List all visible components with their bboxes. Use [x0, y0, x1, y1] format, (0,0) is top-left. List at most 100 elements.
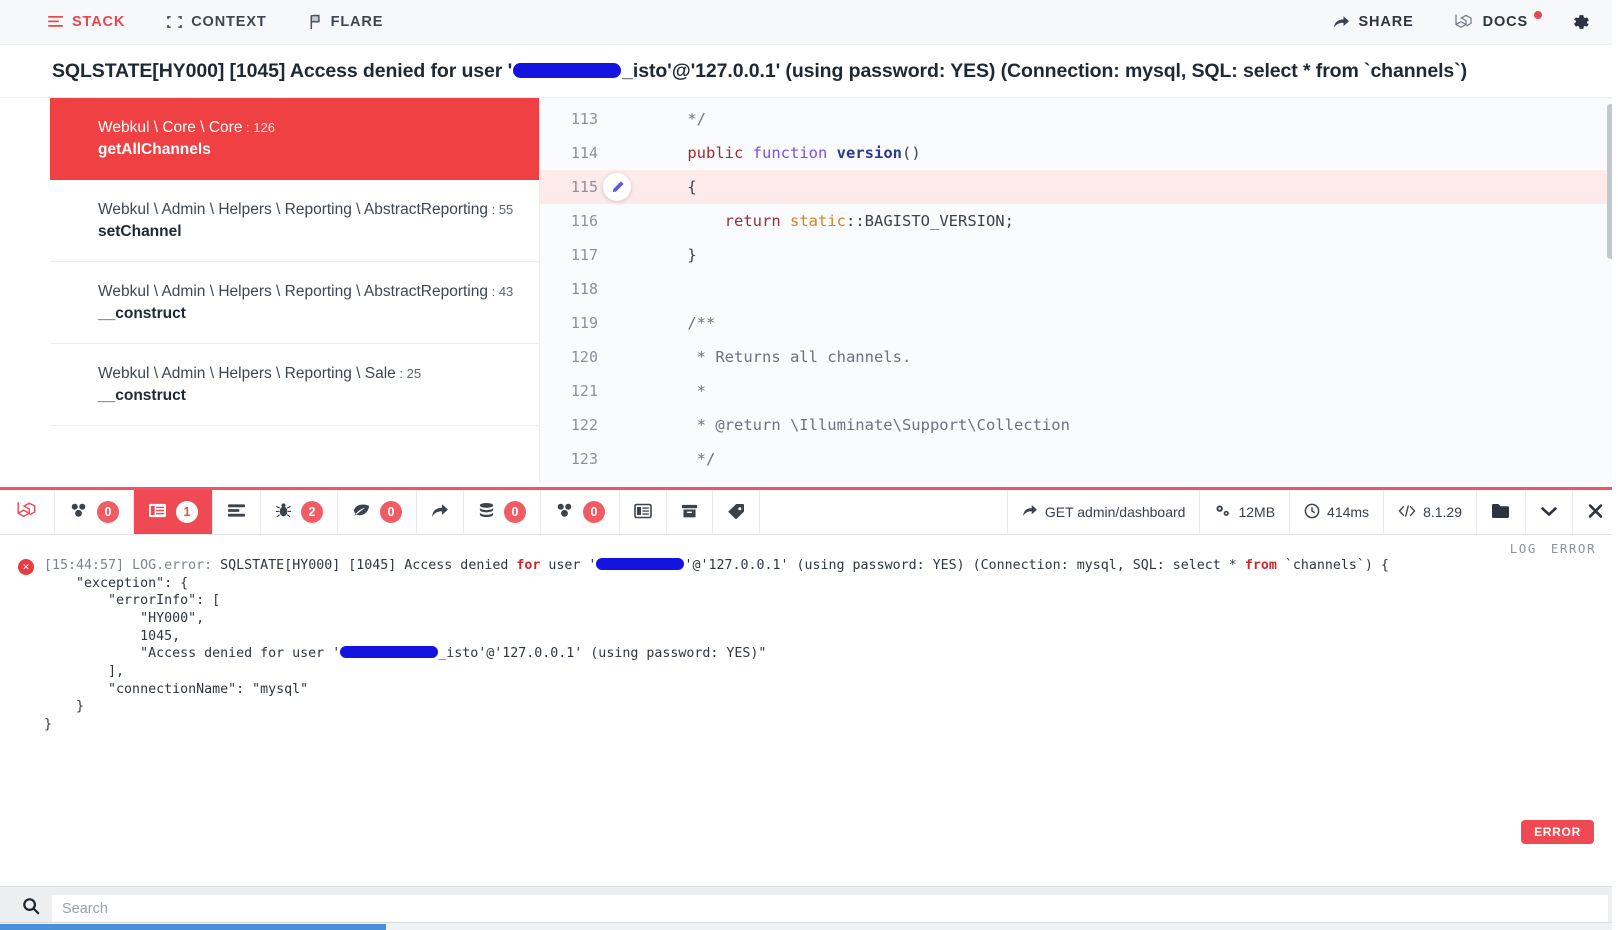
log-headline-user: user '	[540, 558, 597, 573]
line-content: * @return \Illuminate\Support\Collection	[650, 416, 1070, 434]
debugbar-logs[interactable]: 1	[134, 490, 213, 534]
line-number: 116	[570, 212, 598, 230]
code-viewer: 113 */ 114 public function version() 115…	[540, 98, 1618, 483]
line-number: 114	[570, 144, 598, 162]
line-number: 113	[570, 110, 598, 128]
debugbar-gate[interactable]	[713, 490, 760, 534]
line-content: */	[650, 450, 716, 468]
ignition-header: STACK CONTEXT FLARE SHARE DOCS	[0, 0, 1618, 45]
database-icon	[478, 502, 495, 522]
log-json-tail-1: "connectionName": "mysql"	[44, 681, 309, 697]
debugbar-memory[interactable]: 12MB	[1199, 490, 1289, 534]
log-access-line-prefix: "Access denied for user '	[44, 646, 341, 662]
line-number: 118	[570, 280, 598, 298]
ignition-error-page: STACK CONTEXT FLARE SHARE DOCS SQLSTATE[…	[0, 0, 1618, 930]
route-arrow-icon	[431, 503, 449, 521]
debugbar-php-version[interactable]: 8.1.29	[1383, 490, 1476, 534]
minimize-button[interactable]	[1525, 490, 1572, 534]
list-alt-icon	[227, 502, 246, 522]
log-level: LOG.error:	[132, 558, 213, 573]
laravel-debugbar: 0 1 2 0 0 0 GET admin/dashboard 12MB 414…	[0, 487, 1618, 930]
panel-labels: LOG ERROR	[1510, 541, 1596, 556]
messages-count: 0	[97, 501, 119, 523]
log-json-line-0: "exception": {	[44, 575, 189, 591]
stack-frame-1[interactable]: Webkul \ Admin \ Helpers \ Reporting \ A…	[50, 180, 539, 263]
debugbar-messages[interactable]: 0	[55, 490, 134, 534]
debugbar-status-area: GET admin/dashboard 12MB 414ms 8.1.29	[1006, 490, 1618, 534]
header-actions: SHARE DOCS	[1333, 11, 1618, 32]
debugbar-exceptions[interactable]: 2	[261, 490, 338, 534]
stack-frame-3[interactable]: Webkul \ Admin \ Helpers \ Reporting \ S…	[50, 344, 539, 427]
debugbar-events[interactable]: 0	[338, 490, 417, 534]
stack-frame-class-line: Webkul \ Core \ Core : 126	[98, 116, 539, 140]
log-json-line-2: "HY000",	[44, 611, 205, 627]
cubes-icon	[555, 502, 574, 522]
stack-frame-line: 25	[406, 366, 422, 382]
stack-frame-sep: :	[487, 202, 499, 218]
line-content: *	[650, 382, 706, 400]
tab-flare[interactable]: FLARE	[309, 14, 384, 30]
line-number: 117	[570, 246, 598, 264]
stack-frame-line: 43	[498, 284, 514, 300]
stack-frame-0[interactable]: Webkul \ Core \ Core : 126 getAllChannel…	[50, 98, 539, 181]
debugbar-request-route[interactable]: GET admin/dashboard	[1006, 490, 1200, 534]
debugbar-cache[interactable]	[667, 490, 713, 534]
gear-icon	[1571, 13, 1590, 32]
settings-button[interactable]	[1571, 13, 1590, 32]
logs-count: 1	[176, 501, 198, 523]
share-button[interactable]: SHARE	[1333, 14, 1414, 30]
log-timestamp: [15:44:57]	[44, 558, 125, 573]
log-headline-after: '@'127.0.0.1' (using password: YES) (Con…	[684, 558, 1245, 573]
stack-frame-class: Webkul \ Admin \ Helpers \ Reporting \ A…	[98, 201, 488, 219]
debugbar-laravel-brand[interactable]	[0, 490, 55, 534]
log-entry[interactable]: ✕ [15:44:57] LOG.error: SQLSTATE[HY000] …	[0, 535, 1618, 734]
stack-frame-line: 126	[253, 120, 275, 135]
line-content: * Returns all channels.	[650, 348, 912, 366]
log-headline-from: from	[1244, 558, 1277, 573]
memory-gears-icon	[1214, 503, 1231, 521]
stack-frame-sep: :	[395, 366, 407, 382]
search-icon	[22, 897, 40, 920]
debugbar-time[interactable]: 414ms	[1289, 490, 1383, 534]
debugbar-models[interactable]: 0	[541, 490, 620, 534]
stack-frames-list[interactable]: Webkul \ Core \ Core : 126 getAllChannel…	[50, 98, 540, 483]
list-icon	[48, 15, 63, 29]
stack-frame-2[interactable]: Webkul \ Admin \ Helpers \ Reporting \ A…	[50, 262, 539, 345]
php-version-label: 8.1.29	[1423, 504, 1462, 520]
stack-frame-method: setChannel	[98, 223, 182, 241]
line-number: 115	[570, 178, 598, 196]
tab-stack[interactable]: STACK	[48, 14, 125, 30]
search-input[interactable]	[52, 894, 1608, 923]
pencil-icon[interactable]	[603, 173, 631, 201]
queries-count: 0	[504, 501, 526, 523]
horizontal-scrollbar-track[interactable]	[0, 922, 1618, 930]
horizontal-scrollbar-thumb[interactable]	[0, 924, 386, 930]
models-count: 0	[583, 501, 605, 523]
redacted-username-block	[596, 558, 685, 570]
code-line-122: 122 * @return \Illuminate\Support\Collec…	[540, 408, 1618, 442]
stack-frame-class-line: Webkul \ Admin \ Helpers \ Reporting \ S…	[98, 362, 539, 386]
stack-frame-class-line: Webkul \ Admin \ Helpers \ Reporting \ A…	[98, 198, 539, 222]
line-number: 122	[570, 416, 598, 434]
ignition-body: Webkul \ Core \ Core : 126 getAllChannel…	[0, 98, 1618, 483]
tab-context[interactable]: CONTEXT	[167, 14, 266, 30]
line-number: 123	[570, 450, 598, 468]
bug-icon	[275, 502, 292, 522]
debugbar-views[interactable]	[213, 490, 261, 534]
line-content: */	[650, 110, 706, 128]
debugbar-session[interactable]	[620, 490, 667, 534]
debugbar-route[interactable]	[417, 490, 464, 534]
panel-label-error: ERROR	[1550, 541, 1596, 556]
archive-icon	[681, 503, 698, 522]
code-line-124: 124 public function getAllChannels()	[540, 476, 1618, 483]
laravel-logo-icon	[16, 500, 38, 525]
code-line-115: 115 {	[540, 170, 1618, 204]
log-json-tail-2: }	[44, 699, 85, 715]
page-right-edge	[1612, 0, 1618, 930]
docs-button[interactable]: DOCS	[1454, 11, 1545, 31]
debugbar-queries[interactable]: 0	[464, 490, 541, 534]
header-tabs: STACK CONTEXT FLARE	[0, 14, 383, 30]
close-x-icon	[1587, 503, 1604, 522]
open-storage-button[interactable]	[1476, 490, 1525, 534]
memory-label: 12MB	[1238, 504, 1276, 520]
